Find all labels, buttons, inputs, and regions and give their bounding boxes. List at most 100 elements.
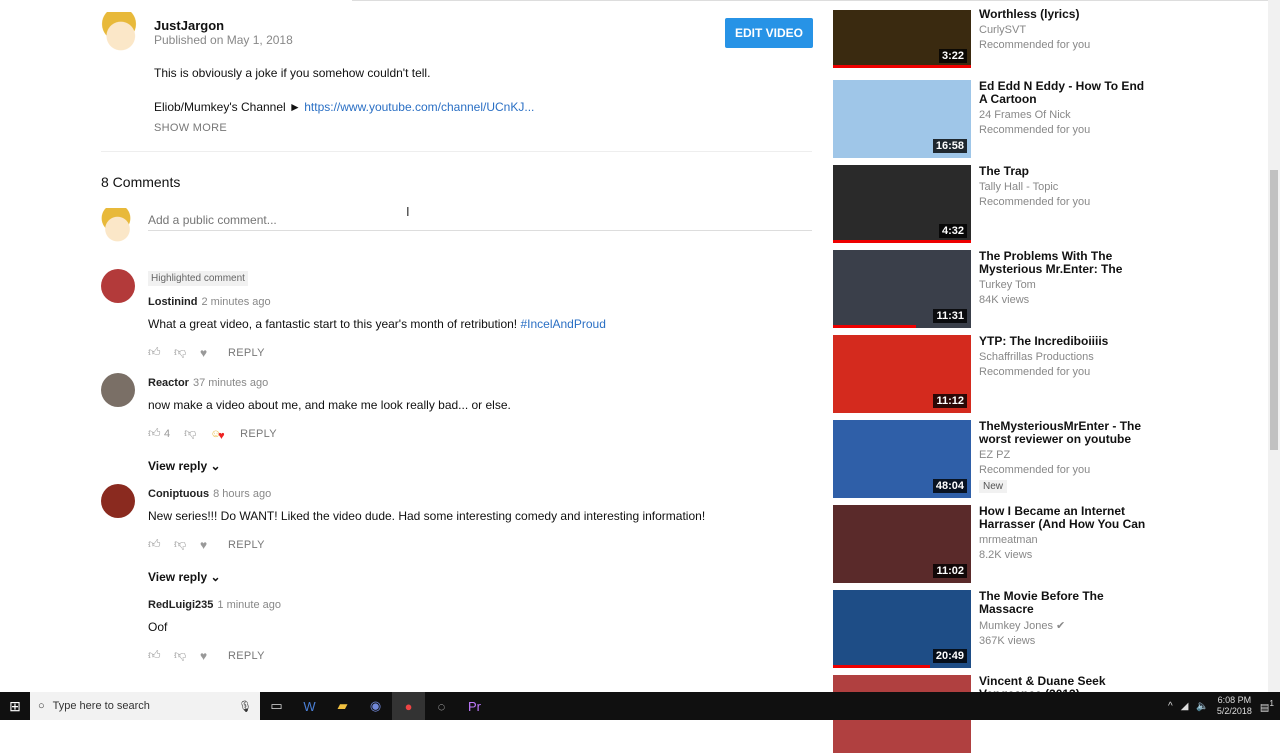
- like-count: 4: [164, 427, 171, 440]
- thumbs-down-icon[interactable]: 👎︎: [174, 648, 200, 663]
- video-thumbnail[interactable]: 16:58: [833, 80, 971, 158]
- taskbar: ⊞ ○ Type here to search 🎙 ▭ W ▰ ◉ ● ◌ Pr…: [0, 692, 1280, 720]
- video-channel[interactable]: Mumkey Jones ✔: [979, 619, 1149, 632]
- thumbs-down-icon[interactable]: 👎︎: [174, 345, 200, 360]
- comment-body: Coniptuous 8 hours ago New series!!! Do WA…: [148, 484, 705, 584]
- recommended-video[interactable]: 4:32 The Trap Tally Hall - Topic Recommende…: [833, 165, 1153, 245]
- comment-author[interactable]: Coniptuous: [148, 488, 209, 500]
- owner-avatar[interactable]: [101, 12, 137, 52]
- reply-button[interactable]: REPLY: [228, 650, 265, 662]
- volume-icon[interactable]: 🔈: [1196, 701, 1208, 712]
- search-placeholder: Type here to search: [52, 700, 150, 712]
- video-thumbnail[interactable]: 3:22: [833, 10, 971, 68]
- thumbs-down-icon[interactable]: 👎︎: [184, 426, 210, 441]
- video-thumbnail[interactable]: 11:02: [833, 505, 971, 583]
- video-title[interactable]: YTP: The Incrediboiiiis: [979, 335, 1149, 348]
- heart-icon[interactable]: ♥: [200, 346, 226, 360]
- video-title[interactable]: Ed Edd N Eddy - How To End A Cartoon: [979, 80, 1149, 106]
- chrome-icon[interactable]: ●: [392, 692, 425, 720]
- comment-time[interactable]: 1 minute ago: [217, 599, 281, 611]
- heart-icon[interactable]: ♥: [200, 538, 226, 552]
- network-icon[interactable]: ◢: [1181, 701, 1189, 712]
- video-title[interactable]: The Trap: [979, 165, 1149, 178]
- comment-text: now make a video about me, and make me l…: [148, 398, 511, 412]
- owner-name[interactable]: JustJargon: [154, 18, 224, 33]
- video-title[interactable]: How I Became an Internet Harrasser (And …: [979, 505, 1149, 531]
- video-title[interactable]: TheMysteriousMrEnter - The worst reviewe…: [979, 420, 1149, 446]
- channel-link[interactable]: https://www.youtube.com/channel/UCnKJ...: [304, 100, 534, 114]
- video-thumbnail[interactable]: 20:49: [833, 590, 971, 668]
- channel-name: Tally Hall - Topic: [979, 181, 1059, 193]
- view-reply-label: View reply: [148, 570, 208, 584]
- video-title[interactable]: The Movie Before The Massacre: [979, 590, 1149, 616]
- comment-actions: 👍︎ 👎︎ ♥ REPLY: [148, 345, 606, 360]
- file-explorer-icon[interactable]: ▰: [326, 692, 359, 720]
- video-thumbnail[interactable]: 48:04: [833, 420, 971, 498]
- word-icon[interactable]: W: [293, 692, 326, 720]
- discord-icon[interactable]: ◉: [359, 692, 392, 720]
- video-channel[interactable]: Schaffrillas Productions: [979, 351, 1149, 363]
- premiere-icon[interactable]: Pr: [458, 692, 491, 720]
- thumbs-down-icon[interactable]: 👎︎: [174, 537, 200, 552]
- video-channel[interactable]: 24 Frames Of Nick: [979, 109, 1149, 121]
- view-reply-button[interactable]: View reply ⌄: [148, 570, 705, 584]
- thumbs-up-icon[interactable]: 👍︎: [148, 345, 174, 360]
- task-view-icon[interactable]: ▭: [260, 692, 293, 720]
- video-info: The Problems With The Mysterious Mr.Ente…: [979, 250, 1149, 306]
- recommended-video[interactable]: 11:12 YTP: The Incrediboiiiis Schaffrillas…: [833, 335, 1153, 415]
- commenter-avatar[interactable]: [101, 595, 135, 629]
- video-title[interactable]: The Problems With The Mysterious Mr.Ente…: [979, 250, 1149, 276]
- video-thumbnail[interactable]: 4:32: [833, 165, 971, 243]
- show-hidden-icons-icon[interactable]: ^: [1168, 701, 1173, 712]
- recommended-video[interactable]: 48:04 TheMysteriousMrEnter - The worst re…: [833, 420, 1153, 500]
- creator-heart-icon[interactable]: ☺ ♥: [210, 428, 238, 442]
- thumbs-up-icon[interactable]: 👍︎: [148, 648, 174, 663]
- reply-button[interactable]: REPLY: [228, 347, 265, 359]
- channel-name: mrmeatman: [979, 534, 1038, 546]
- hashtag-link[interactable]: #IncelAndProud: [520, 317, 605, 331]
- video-channel[interactable]: CurlySVT: [979, 24, 1149, 36]
- video-channel[interactable]: EZ PZ: [979, 449, 1149, 461]
- video-channel[interactable]: Turkey Tom: [979, 279, 1149, 291]
- comment-text: What a great video, a fantastic start to…: [148, 317, 606, 331]
- windows-start-icon[interactable]: ⊞: [0, 692, 30, 720]
- comment-author[interactable]: Lostinind: [148, 296, 198, 308]
- video-channel[interactable]: Tally Hall - Topic: [979, 181, 1149, 193]
- recommended-video[interactable]: 20:49 The Movie Before The Massacre Mumkey…: [833, 590, 1153, 670]
- notifications-icon[interactable]: ▤1: [1260, 698, 1274, 713]
- video-channel[interactable]: mrmeatman: [979, 534, 1149, 546]
- comment-time[interactable]: 8 hours ago: [213, 488, 271, 500]
- edit-video-button[interactable]: EDIT VIDEO: [725, 18, 813, 48]
- video-meta: 8.2K views: [979, 549, 1033, 561]
- comment-author[interactable]: RedLuigi235: [148, 599, 213, 611]
- comment-author[interactable]: Reactor: [148, 377, 189, 389]
- reply-button[interactable]: REPLY: [228, 539, 265, 551]
- new-badge: New: [979, 480, 1008, 493]
- comment-time[interactable]: 2 minutes ago: [202, 296, 271, 308]
- comment-input[interactable]: [148, 210, 812, 231]
- recommended-video[interactable]: 16:58 Ed Edd N Eddy - How To End A Cartoo…: [833, 80, 1153, 160]
- thumbs-up-icon[interactable]: 👍︎: [148, 537, 174, 552]
- commenter-avatar[interactable]: [101, 373, 135, 407]
- video-title[interactable]: Worthless (lyrics): [979, 8, 1149, 21]
- recommended-video[interactable]: 11:02 How I Became an Internet Harrasser …: [833, 505, 1153, 585]
- clock[interactable]: 6:08 PM 5/2/2018: [1217, 695, 1252, 717]
- channel-name: CurlySVT: [979, 24, 1027, 36]
- microphone-icon[interactable]: 🎙: [238, 700, 252, 713]
- comment-time[interactable]: 37 minutes ago: [193, 377, 268, 389]
- video-thumbnail[interactable]: 11:31: [833, 250, 971, 328]
- heart-icon[interactable]: ♥: [200, 649, 226, 663]
- recommended-video[interactable]: 11:31 The Problems With The Mysterious Mr…: [833, 250, 1153, 330]
- comment-header: Coniptuous 8 hours ago: [148, 484, 705, 502]
- commenter-avatar[interactable]: [101, 484, 135, 518]
- obs-icon[interactable]: ◌: [425, 692, 458, 720]
- video-thumbnail[interactable]: 11:12: [833, 335, 971, 413]
- show-more-button[interactable]: SHOW MORE: [154, 122, 227, 134]
- commenter-avatar[interactable]: [101, 269, 135, 303]
- view-reply-button[interactable]: View reply ⌄: [148, 459, 511, 473]
- recommended-video[interactable]: 3:22 Worthless (lyrics) CurlySVT Recommende…: [833, 0, 1153, 75]
- taskbar-search[interactable]: ○ Type here to search 🎙: [30, 692, 260, 720]
- description-text: This is obviously a joke if you somehow …: [154, 66, 431, 80]
- reply-button[interactable]: REPLY: [240, 428, 277, 440]
- scrollbar-thumb[interactable]: [1270, 170, 1278, 450]
